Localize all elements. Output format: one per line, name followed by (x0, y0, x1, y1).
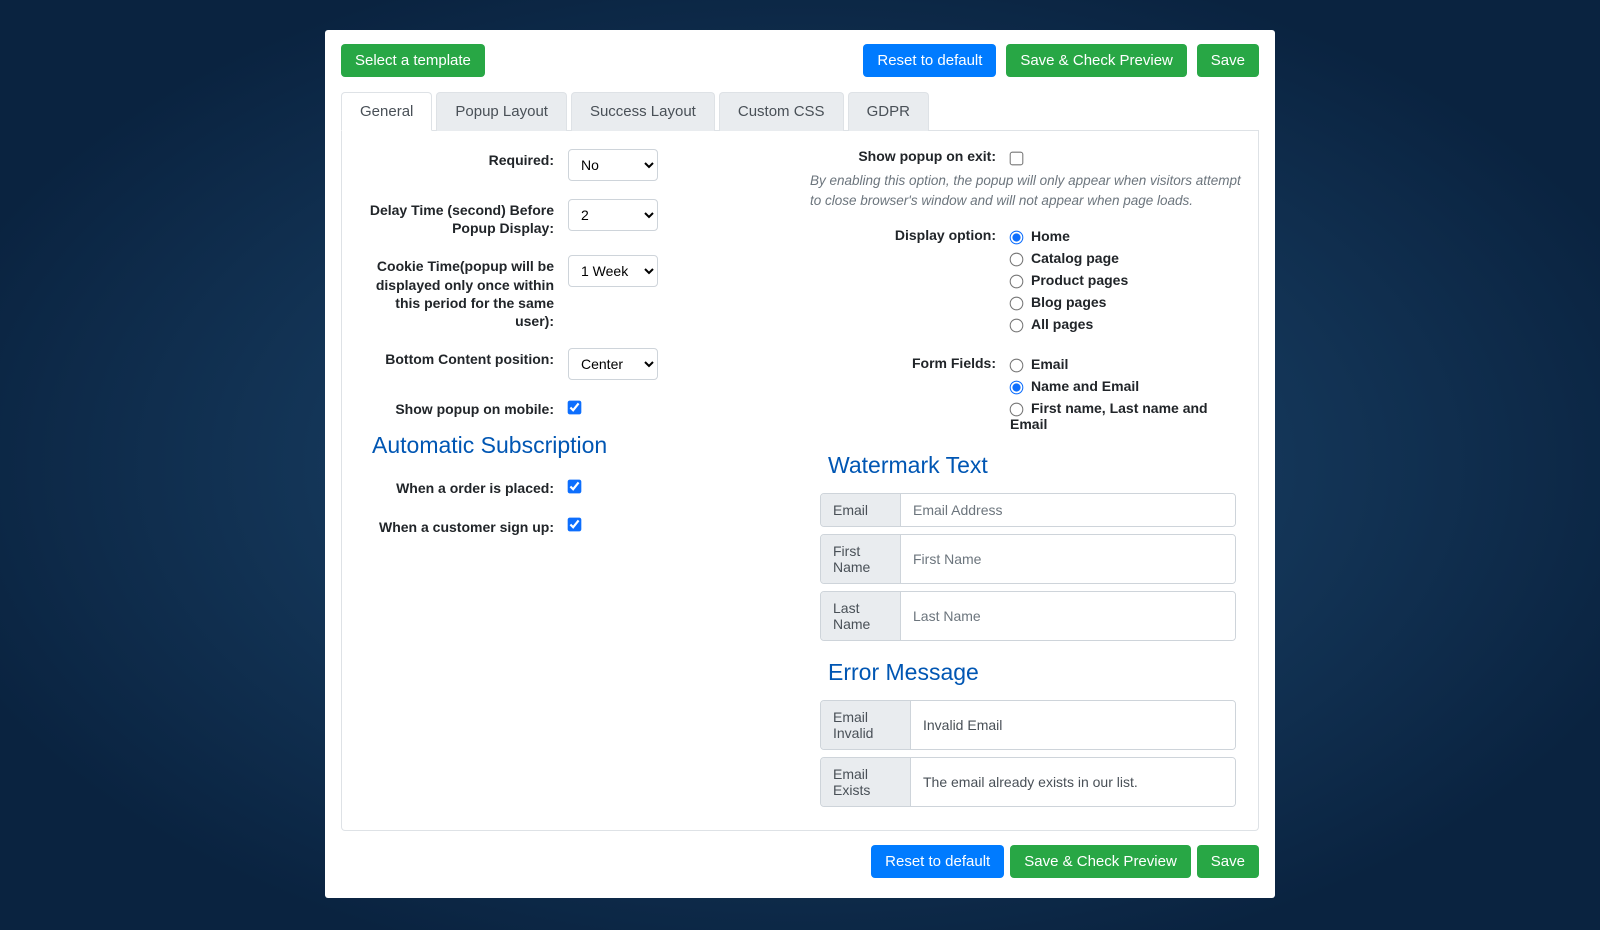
wm-first-input[interactable] (901, 535, 1235, 583)
tab-custom-css[interactable]: Custom CSS (719, 92, 844, 131)
err-exists-label: Email Exists (821, 758, 911, 806)
top-toolbar: Select a template Reset to default Save … (341, 44, 1259, 77)
err-invalid-input[interactable] (911, 701, 1235, 749)
delay-label: Delay Time (second) Before Popup Display… (358, 195, 568, 237)
signup-checkbox[interactable] (568, 518, 582, 532)
display-option-group: Home Catalog page Product pages Blog pag… (1010, 224, 1242, 338)
form-fields-group: Email Name and Email First name, Last na… (1010, 352, 1242, 438)
tab-gdpr[interactable]: GDPR (848, 92, 929, 131)
error-heading: Error Message (828, 659, 1236, 686)
display-home[interactable]: Home (1010, 228, 1242, 244)
required-select[interactable]: No (568, 149, 658, 181)
err-exists-group: Email Exists (820, 757, 1236, 807)
bottom-position-label: Bottom Content position: (358, 344, 568, 368)
display-all[interactable]: All pages (1010, 316, 1242, 332)
fields-first-last-email[interactable]: First name, Last name and Email (1010, 400, 1242, 432)
footer-save-preview-button[interactable]: Save & Check Preview (1010, 845, 1191, 878)
tab-bar: General Popup Layout Success Layout Cust… (341, 91, 1259, 131)
save-button[interactable]: Save (1197, 44, 1259, 77)
tab-content: Required: No Delay Time (second) Before … (341, 131, 1259, 831)
exit-checkbox[interactable] (1010, 151, 1024, 165)
err-invalid-group: Email Invalid (820, 700, 1236, 750)
tab-popup-layout[interactable]: Popup Layout (436, 92, 567, 131)
save-preview-button[interactable]: Save & Check Preview (1006, 44, 1187, 77)
bottom-position-select[interactable]: Center (568, 348, 658, 380)
cookie-label: Cookie Time(popup will be displayed only… (358, 251, 568, 330)
wm-last-label: Last Name (821, 592, 901, 640)
exit-help-text: By enabling this option, the popup will … (810, 171, 1242, 210)
reset-default-button[interactable]: Reset to default (863, 44, 996, 77)
signup-label: When a customer sign up: (358, 512, 568, 536)
watermark-heading: Watermark Text (828, 452, 1236, 479)
right-column: Show popup on exit: By enabling this opt… (810, 145, 1242, 814)
wm-email-label: Email (821, 494, 901, 526)
exit-label: Show popup on exit: (810, 145, 1010, 165)
wm-email-input[interactable] (901, 494, 1235, 526)
cookie-select[interactable]: 1 Week (568, 255, 658, 287)
settings-panel: Select a template Reset to default Save … (325, 30, 1275, 898)
form-fields-label: Form Fields: (810, 352, 1010, 372)
display-product[interactable]: Product pages (1010, 272, 1242, 288)
wm-last-input[interactable] (901, 592, 1235, 640)
select-template-button[interactable]: Select a template (341, 44, 485, 77)
display-blog[interactable]: Blog pages (1010, 294, 1242, 310)
left-column: Required: No Delay Time (second) Before … (358, 145, 790, 814)
err-exists-input[interactable] (911, 758, 1235, 806)
order-placed-label: When a order is placed: (358, 473, 568, 497)
wm-first-label: First Name (821, 535, 901, 583)
wm-email-group: Email (820, 493, 1236, 527)
delay-select[interactable]: 2 (568, 199, 658, 231)
wm-last-group: Last Name (820, 591, 1236, 641)
order-placed-checkbox[interactable] (568, 480, 582, 494)
required-label: Required: (358, 145, 568, 169)
err-invalid-label: Email Invalid (821, 701, 911, 749)
display-catalog[interactable]: Catalog page (1010, 250, 1242, 266)
tab-general[interactable]: General (341, 92, 432, 131)
footer-save-button[interactable]: Save (1197, 845, 1259, 878)
wm-first-group: First Name (820, 534, 1236, 584)
mobile-checkbox[interactable] (568, 401, 582, 415)
fields-email[interactable]: Email (1010, 356, 1242, 372)
footer-reset-button[interactable]: Reset to default (871, 845, 1004, 878)
tab-success-layout[interactable]: Success Layout (571, 92, 715, 131)
footer-toolbar: Reset to default Save & Check Preview Sa… (341, 845, 1259, 878)
auto-subscription-heading: Automatic Subscription (372, 432, 790, 459)
display-option-label: Display option: (810, 224, 1010, 244)
mobile-label: Show popup on mobile: (358, 394, 568, 418)
fields-name-email[interactable]: Name and Email (1010, 378, 1242, 394)
